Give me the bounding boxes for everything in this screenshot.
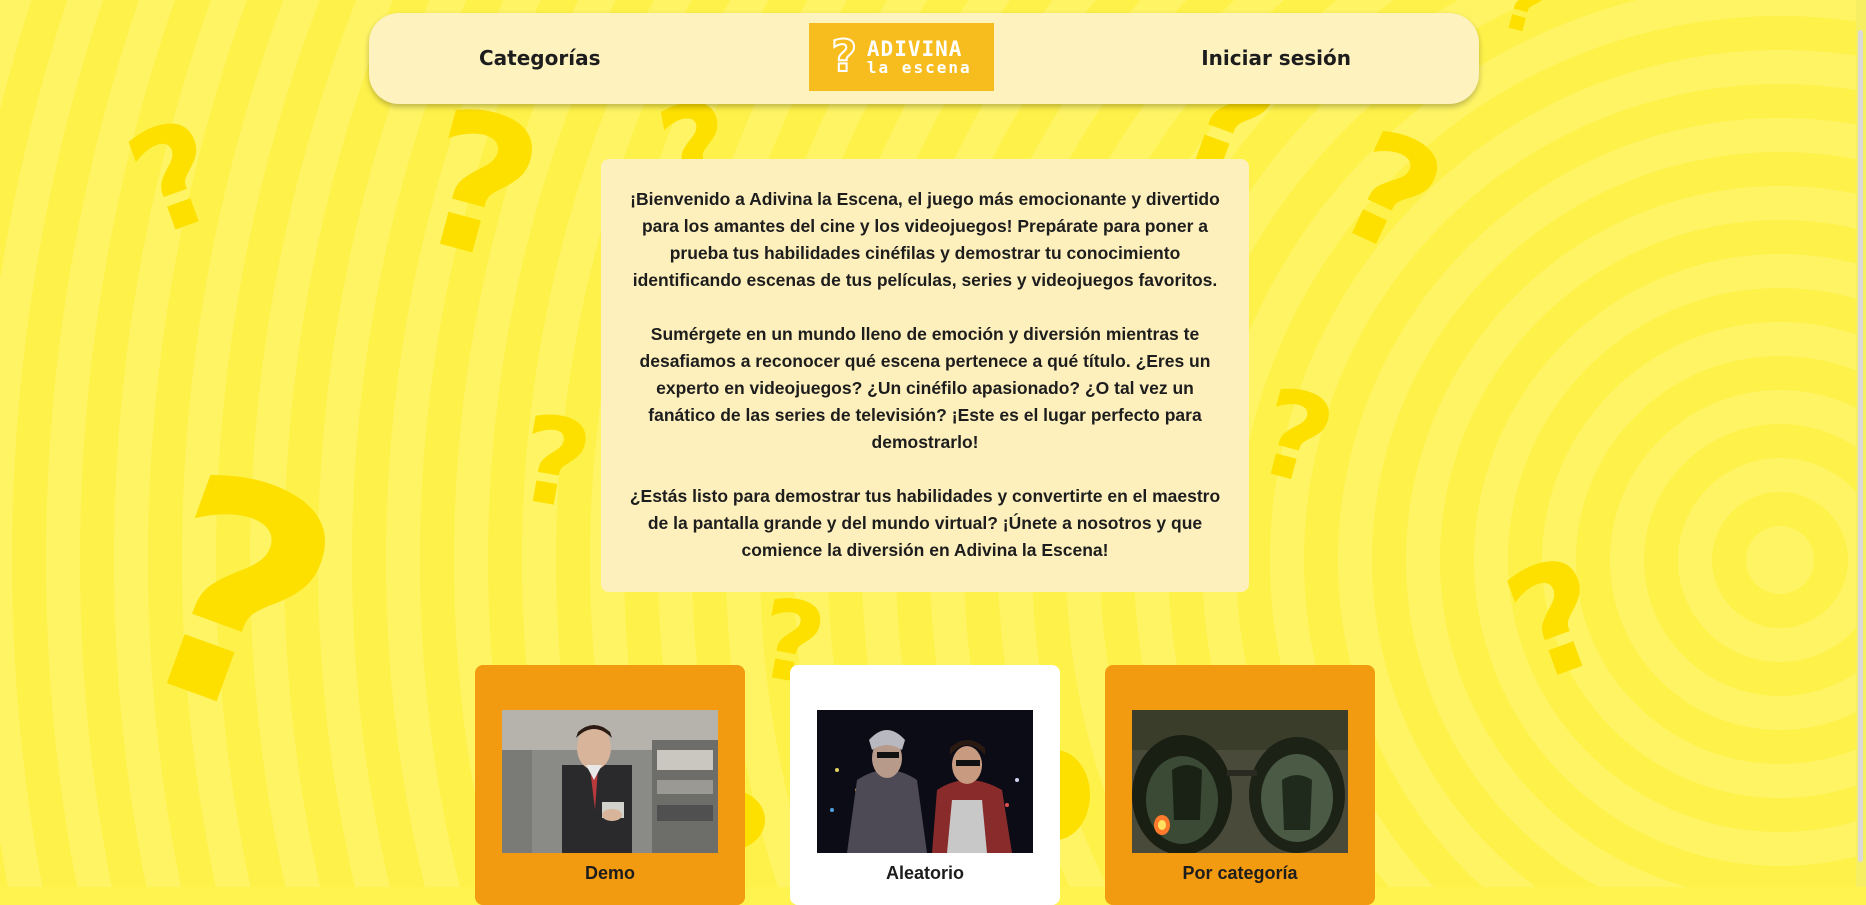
logo-line1: ADIVINA [866,36,963,61]
question-mark-icon: ? [1244,362,1347,514]
question-mark-icon: ? [1491,0,1560,55]
nav-login-link[interactable]: Iniciar sesión [1201,13,1351,104]
question-mark-icon: ? [1314,97,1466,291]
mode-card-demo[interactable]: Demo [475,665,745,905]
random-label: Aleatorio [885,863,964,883]
welcome-panel: ¡Bienvenido a Adivina la Escena, el jueg… [601,159,1249,592]
welcome-paragraph-1: ¡Bienvenido a Adivina la Escena, el jueg… [630,189,1220,290]
welcome-paragraph-2: Sumérgete en un mundo lleno de emoción y… [639,324,1211,452]
scrollbar-thumb[interactable] [1858,30,1863,862]
question-mark-icon: ? [109,89,241,270]
category-label: Por categoría [1182,863,1298,883]
question-mark-icon: ? [508,389,601,538]
question-mark-icon: ? [1486,524,1627,717]
welcome-paragraph-3: ¿Estás listo para demostrar tus habilida… [629,486,1221,560]
logo-text: ADIVINA la escena [866,36,972,77]
nav-categories-link[interactable]: Categorías [479,13,600,104]
mode-card-by-category[interactable]: Por categoría [1105,665,1375,905]
demo-label: Demo [584,863,635,883]
random-thumbnail [817,710,1033,853]
page-scrollbar[interactable] [1856,0,1866,887]
logo[interactable]: ? ADIVINA la escena [809,23,994,91]
logo-line2: la escena [866,57,972,77]
mode-card-random[interactable]: Aleatorio [790,665,1060,905]
category-thumbnail [1132,710,1348,853]
question-mark-icon: ? [95,405,378,792]
demo-thumbnail [502,710,718,853]
navbar: Categorías ? ADIVINA la escena Iniciar s… [369,13,1479,104]
question-mark-logo-icon: ? [830,31,857,82]
